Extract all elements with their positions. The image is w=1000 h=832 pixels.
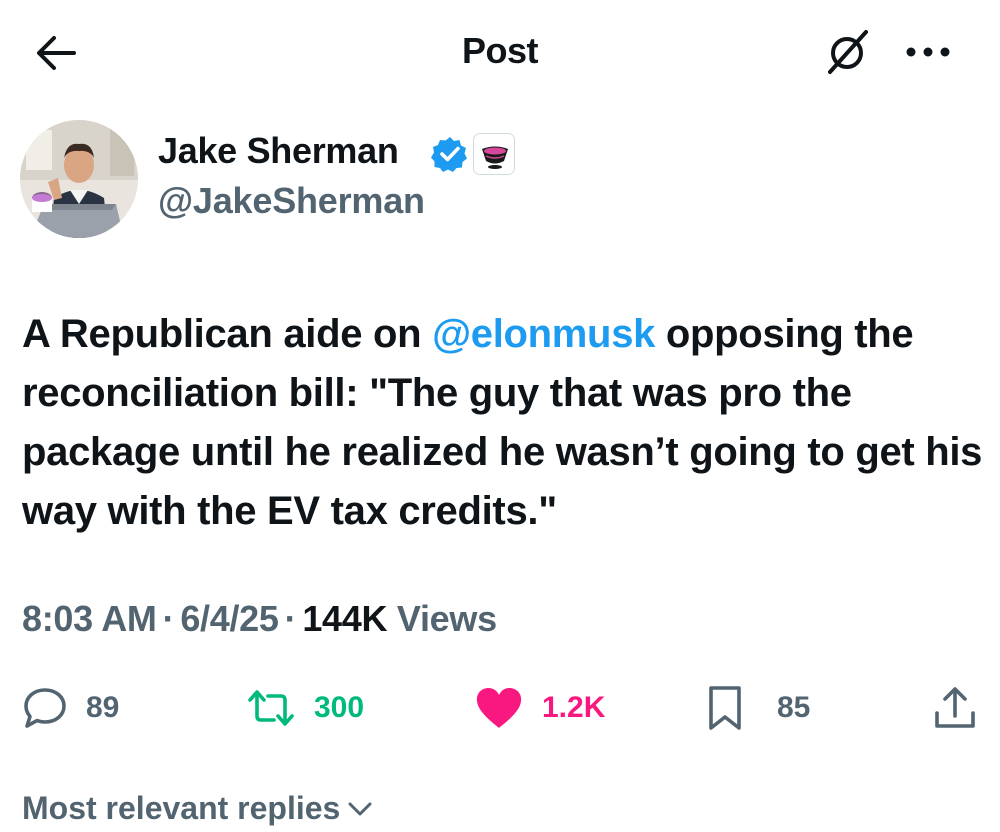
affiliation-logo-icon <box>474 134 514 174</box>
bookmark-icon <box>709 686 741 730</box>
views-label: Views <box>396 598 497 639</box>
more-dots-icon <box>906 47 950 57</box>
tweet-meta: 8:03 AM · 6/4/25 · 144K Views <box>22 598 497 640</box>
share-button[interactable] <box>932 682 978 734</box>
views-count[interactable]: 144K <box>302 598 387 639</box>
bookmark-count: 85 <box>777 691 811 724</box>
grok-button[interactable] <box>818 24 878 80</box>
back-button[interactable] <box>28 28 84 78</box>
reply-button[interactable]: 89 <box>22 682 119 734</box>
repost-icon <box>248 690 294 726</box>
avatar-photo <box>20 120 138 238</box>
mention-link[interactable]: @elonmusk <box>432 312 655 356</box>
tweet-date[interactable]: 6/4/25 <box>180 598 279 639</box>
like-count: 1.2K <box>542 691 606 724</box>
post-page: Post Jake Sherman @JakeSherman A Republi… <box>0 0 1000 832</box>
author-display-name[interactable]: Jake Sherman <box>158 130 399 172</box>
tweet-text: A Republican aide on @elonmusk opposing … <box>22 305 987 541</box>
reply-icon <box>24 688 66 728</box>
grok-icon <box>828 30 868 74</box>
meta-separator: · <box>162 598 175 639</box>
reply-count: 89 <box>86 691 120 724</box>
bookmark-button[interactable]: 85 <box>705 682 810 734</box>
chevron-down-icon <box>348 802 372 815</box>
affiliation-badge[interactable] <box>473 133 515 175</box>
tweet-time[interactable]: 8:03 AM <box>22 598 157 639</box>
replies-sort-dropdown[interactable]: Most relevant replies <box>22 790 374 827</box>
replies-sort-label: Most relevant replies <box>22 790 341 826</box>
more-options-button[interactable] <box>898 30 958 74</box>
back-arrow-icon <box>37 36 76 70</box>
repost-button[interactable]: 300 <box>246 682 364 734</box>
author-handle[interactable]: @JakeSherman <box>158 180 425 222</box>
verified-badge-icon <box>431 137 467 172</box>
meta-separator: · <box>284 598 297 639</box>
avatar[interactable] <box>20 120 138 238</box>
tweet-text-before: A Republican aide on <box>22 312 433 356</box>
heart-icon <box>476 688 522 728</box>
like-button[interactable]: 1.2K <box>474 682 605 734</box>
repost-count: 300 <box>314 691 365 724</box>
share-icon <box>935 687 975 728</box>
